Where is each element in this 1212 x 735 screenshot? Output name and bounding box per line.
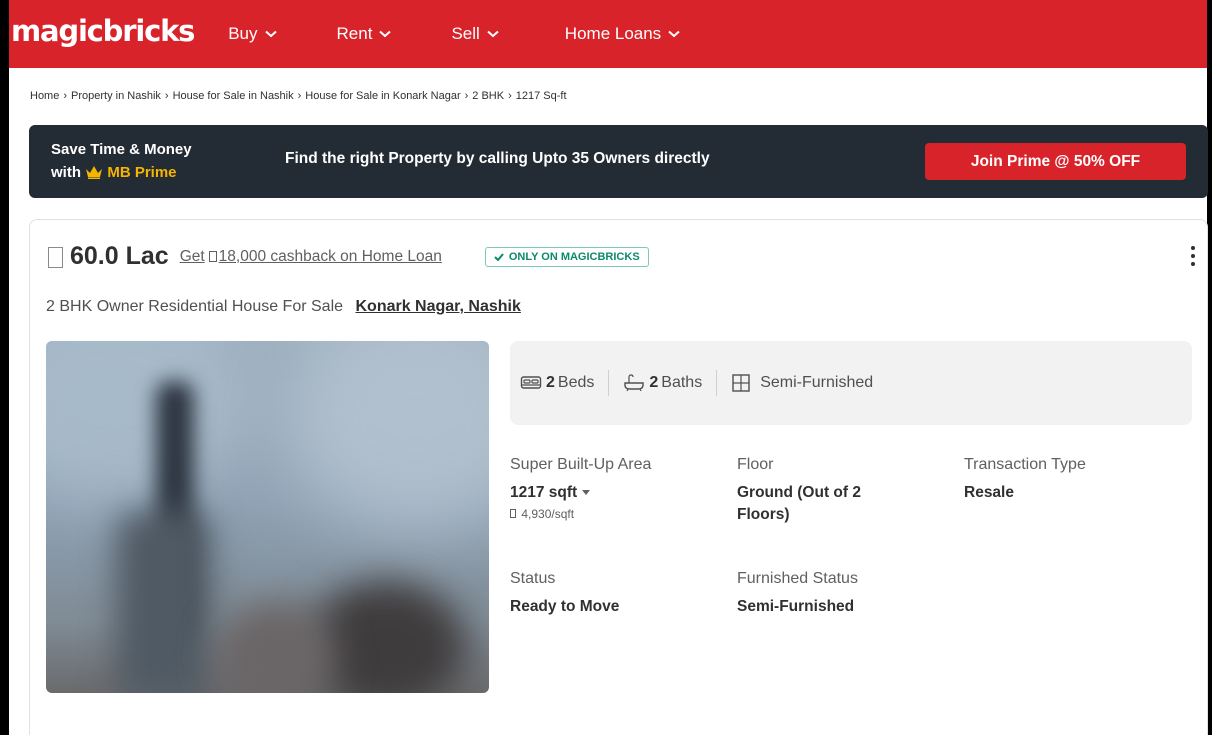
breadcrumb-separator-icon: › (63, 90, 68, 102)
nav-home-loans[interactable]: Home Loans (565, 24, 680, 44)
property-photo[interactable] (46, 341, 489, 693)
nav-rent-label: Rent (336, 24, 373, 43)
prime-tagline-line2: with MB Prime (51, 161, 192, 184)
caret-down-icon (582, 490, 591, 495)
transaction-value: Resale (964, 484, 1014, 501)
rupee-icon (48, 247, 63, 268)
check-icon (494, 252, 504, 261)
nav-buy-label: Buy (228, 24, 258, 43)
baths-spec: 2 Baths (623, 374, 702, 392)
furnished-status-field: Furnished Status Semi-Furnished (737, 570, 858, 618)
cashback-prefix: Get (179, 247, 205, 265)
bathtub-icon (624, 374, 645, 392)
nav-rent[interactable]: Rent (337, 24, 392, 44)
top-navigation-bar: magicbricks Buy Rent Sell Home Loans (9, 0, 1207, 68)
cashback-amount: 18,000 cashback on Home Loan (218, 247, 442, 265)
beds-count: 2 (546, 374, 555, 391)
badge-label: ONLY ON MAGICBRICKS (508, 250, 640, 263)
area-label: Super Built-Up Area (510, 456, 652, 473)
breadcrumb-property-in-nashik[interactable]: Property in Nashik (71, 90, 161, 102)
nav-buy[interactable]: Buy (228, 24, 277, 44)
furnishing-label: Semi-Furnished (760, 374, 874, 391)
chevron-down-icon (379, 30, 392, 38)
breadcrumb-separator-icon: › (508, 90, 512, 102)
baths-label: Baths (661, 374, 703, 391)
property-title: 2 BHK Owner Residential House For Sale K… (46, 298, 521, 316)
prime-message: Find the right Property by calling Upto … (285, 150, 710, 167)
property-details: Super Built-Up Area 1217 sqft 4,930/sqft… (510, 456, 1192, 706)
property-price: 60.0 Lac (70, 242, 169, 270)
area-rate-row: 4,930/sqft (510, 507, 651, 521)
crown-icon (86, 166, 103, 179)
prime-tagline: Save Time & Money with MB Prime (51, 138, 192, 184)
prime-with-text: with (51, 164, 81, 181)
chevron-down-icon (264, 30, 277, 38)
floor-label: Floor (737, 456, 774, 473)
transaction-label: Transaction Type (964, 456, 1086, 473)
furnishing-spec: Semi-Furnished (731, 373, 873, 393)
area-value: 1217 sqft (510, 484, 578, 501)
breadcrumb-separator-icon: › (297, 90, 302, 102)
breadcrumb-separator-icon: › (464, 90, 469, 102)
area-rate: 4,930/sqft (521, 507, 575, 521)
chevron-down-icon (668, 30, 680, 38)
furniture-icon (732, 374, 750, 392)
area-value-row[interactable]: 1217 sqft (510, 482, 651, 504)
furnished-status-label: Furnished Status (737, 570, 858, 587)
prime-brand-name: MB Prime (107, 164, 177, 181)
status-value: Ready to Move (510, 598, 620, 615)
nav-home-loans-label: Home Loans (564, 24, 662, 43)
bed-icon (520, 376, 542, 389)
more-options-icon[interactable] (1191, 246, 1197, 270)
breadcrumb-sqft: 1217 Sq-ft (515, 90, 567, 102)
floor-field: Floor Ground (Out of 2 Floors) (737, 456, 927, 526)
prime-tagline-line1: Save Time & Money (51, 141, 192, 158)
mb-prime-banner: Save Time & Money with MB Prime Find the… (29, 125, 1208, 198)
status-label: Status (510, 570, 556, 587)
status-field: Status Ready to Move (510, 570, 619, 618)
price-row: 60.0 Lac Get 18,000 cashback on Home Loa… (48, 242, 649, 271)
divider (716, 370, 718, 396)
area-field: Super Built-Up Area 1217 sqft 4,930/sqft (510, 456, 651, 521)
property-card: 60.0 Lac Get 18,000 cashback on Home Loa… (29, 219, 1208, 735)
divider (608, 370, 610, 396)
baths-count: 2 (649, 374, 659, 391)
rupee-icon (510, 509, 516, 518)
rupee-icon (208, 251, 217, 262)
property-type: 2 BHK Owner Residential House For Sale (46, 298, 344, 315)
transaction-field: Transaction Type Resale (964, 456, 1086, 504)
furnished-status-value: Semi-Furnished (737, 598, 855, 615)
magicbricks-logo[interactable]: magicbricks (11, 14, 195, 48)
main-nav: Buy Rent Sell Home Loans (228, 24, 740, 44)
breadcrumb-house-for-sale-konark-nagar[interactable]: House for Sale in Konark Nagar (305, 90, 460, 102)
nav-sell[interactable]: Sell (451, 24, 499, 44)
beds-spec: 2 Beds (520, 374, 594, 392)
only-on-magicbricks-badge: ONLY ON MAGICBRICKS (484, 246, 649, 267)
join-prime-button[interactable]: Join Prime @ 50% OFF (925, 143, 1186, 180)
beds-label: Beds (557, 374, 595, 391)
nav-sell-label: Sell (451, 24, 480, 43)
window-border-left (0, 0, 9, 735)
breadcrumb-home[interactable]: Home (30, 90, 59, 102)
breadcrumb-house-for-sale-nashik[interactable]: House for Sale in Nashik (173, 90, 294, 102)
breadcrumb-separator-icon: › (164, 90, 169, 102)
floor-value: Ground (Out of 2 Floors) (737, 484, 861, 523)
chevron-down-icon (487, 30, 499, 38)
cashback-link[interactable]: Get 18,000 cashback on Home Loan (180, 248, 442, 266)
breadcrumb: Home › Property in Nashik › House for Sa… (30, 90, 567, 102)
breadcrumb-2bhk[interactable]: 2 BHK (472, 90, 504, 102)
locality-link[interactable]: Konark Nagar, Nashik (355, 298, 520, 315)
property-summary: 2 Beds 2 Baths Semi-Furnished (510, 341, 1192, 425)
